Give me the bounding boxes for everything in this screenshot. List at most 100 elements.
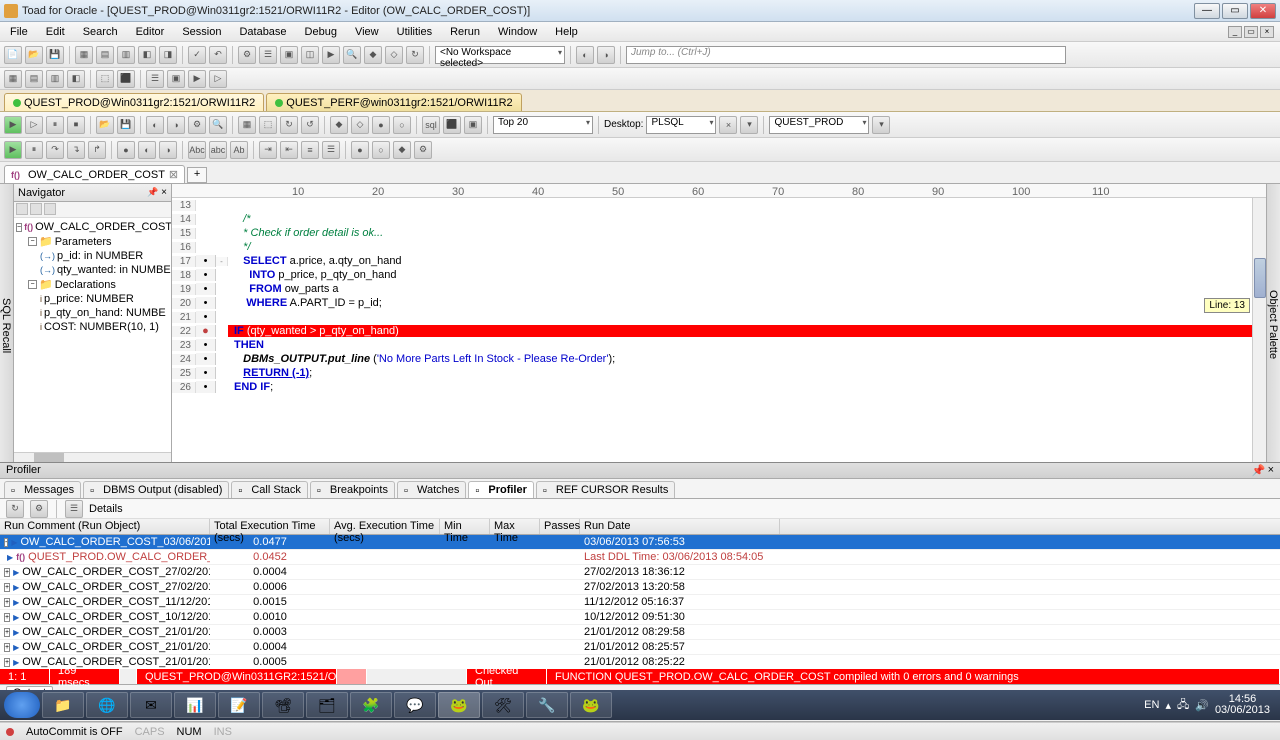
grid-row[interactable]: +▶OW_CALC_ORDER_COST_27/02/2013 ...0.000… [0,580,1280,595]
tray-network-icon[interactable]: 🖧 [1177,696,1189,715]
jump-input[interactable]: Jump to... (Ctrl+J) [626,46,1066,64]
toolbar-icon[interactable]: ◆ [364,46,382,64]
taskbar-app[interactable]: 💬 [394,692,436,718]
profiler-tab[interactable]: ▫Messages [4,481,81,498]
code-line[interactable]: 13 [172,198,1266,212]
toolbar-icon[interactable]: ⬛ [443,116,461,134]
toolbar-icon[interactable]: 🔍 [209,116,227,134]
toolbar-icon[interactable]: ▷ [25,116,43,134]
mdi-restore-button[interactable]: ▭ [1244,26,1258,38]
taskbar-app-word[interactable]: 📝 [218,692,260,718]
tree-node-label[interactable]: Parameters [55,236,112,248]
toolbar-icon[interactable]: ⚙ [238,46,256,64]
toolbar-icon[interactable]: ☰ [259,46,277,64]
refresh-icon[interactable]: ↻ [6,500,24,518]
toolbar-icon[interactable]: ▾ [740,116,758,134]
code-line[interactable]: 25• RETURN (-1); [172,366,1266,380]
tree-node-label[interactable]: p_id: in NUMBER [57,250,143,262]
tray-clock[interactable]: 14:56 03/06/2013 [1215,694,1270,716]
tab-close-icon[interactable]: ⊠ [169,168,178,181]
code-line[interactable]: 14 /* [172,212,1266,226]
toolbar-icon[interactable]: ▾ [872,116,890,134]
code-line[interactable]: 16 */ [172,240,1266,254]
toolbar-icon[interactable]: abc [209,141,227,159]
grid-row[interactable]: +▶OW_CALC_ORDER_COST_27/02/2013 ...0.000… [0,565,1280,580]
desktop-combo[interactable]: PLSQL [646,116,716,134]
profiler-tab[interactable]: ▫Profiler [468,481,534,498]
code-line[interactable]: 26•END IF; [172,380,1266,394]
grid-row[interactable]: +▶OW_CALC_ORDER_COST_10/12/2012 ...0.001… [0,610,1280,625]
tree-toggle[interactable]: − [16,223,22,232]
nav-tool-icon[interactable] [16,203,28,215]
code-line[interactable]: 20• WHERE A.PART_ID = p_id; [172,296,1266,310]
navigator-hscroll[interactable] [14,452,171,462]
toolbar-icon[interactable]: ▤ [25,70,43,88]
tray-chevron-icon[interactable]: ▴ [1165,699,1171,712]
toolbar-icon[interactable]: ▷ [209,70,227,88]
toolbar-icon[interactable]: ⚙ [414,141,432,159]
toolbar-icon[interactable]: sql [422,116,440,134]
grid-row[interactable]: +▶OW_CALC_ORDER_COST_21/01/2012 ...0.000… [0,655,1280,669]
menu-file[interactable]: File [6,24,32,40]
toolbar-icon[interactable]: ○ [393,116,411,134]
scroll-thumb[interactable] [1254,258,1266,298]
toolbar-icon[interactable]: ▶ [188,70,206,88]
menu-editor[interactable]: Editor [132,24,169,40]
code-line[interactable]: 22●IF (qty_wanted > p_qty_on_hand) [172,324,1266,338]
toolbar-icon[interactable]: ⏸ [25,141,43,159]
profiler-tab[interactable]: ▫Watches [397,481,466,498]
menu-utilities[interactable]: Utilities [393,24,436,40]
grid-row[interactable]: +▶OW_CALC_ORDER_COST_21/01/2012 ...0.000… [0,625,1280,640]
connection-combo[interactable]: QUEST_PROD [769,116,869,134]
start-button[interactable] [4,692,40,718]
toolbar-icon[interactable]: ◇ [351,116,369,134]
menu-view[interactable]: View [351,24,383,40]
tree-node-label[interactable]: OW_CALC_ORDER_COST: NUM [35,221,171,233]
breakpoint-icon[interactable]: ● [117,141,135,159]
toolbar-icon[interactable]: ◨ [159,46,177,64]
taskbar-app-toad[interactable]: 🐸 [570,692,612,718]
step-into-icon[interactable]: ↴ [67,141,85,159]
toolbar-icon[interactable]: × [719,116,737,134]
taskbar-app[interactable]: 🔧 [526,692,568,718]
navigator-tree[interactable]: −f()OW_CALC_ORDER_COST: NUM −📁Parameters… [14,218,171,452]
toolbar-icon[interactable]: ⬚ [259,116,277,134]
editor-vscroll[interactable] [1252,198,1266,462]
indent-icon[interactable]: ⇥ [259,141,277,159]
tray-lang[interactable]: EN [1144,699,1159,711]
conn-tab[interactable]: QUEST_PROD@Win0311gr2:1521/ORWI11R2 [4,93,264,111]
profiler-tab[interactable]: ▫Call Stack [231,481,308,498]
code-line[interactable]: 23•THEN [172,338,1266,352]
toolbar-icon[interactable]: ◧ [138,46,156,64]
grid-row[interactable]: ▶f()QUEST_PROD.OW_CALC_ORDER_...0.0452La… [0,550,1280,565]
taskbar-app-outlook[interactable]: ✉ [130,692,172,718]
grid-column-header[interactable]: Avg. Execution Time (secs) [330,519,440,534]
tree-node-label[interactable]: Declarations [55,279,116,291]
toolbar-icon[interactable]: ▣ [167,70,185,88]
schema-browser-icon[interactable]: ▤ [96,46,114,64]
object-palette-tab[interactable]: Object Palette [1267,290,1279,359]
mdi-close-button[interactable]: × [1260,26,1274,38]
toolbar-icon[interactable]: ◧ [67,70,85,88]
toolbar-icon[interactable]: ◑ [167,116,185,134]
add-tab-button[interactable]: + [187,167,207,183]
taskbar-app[interactable]: 🧩 [350,692,392,718]
toolbar-icon[interactable]: ● [372,116,390,134]
editor-tab[interactable]: f() f() OW_CALC_ORDER_COST OW_CALC_ORDER… [4,165,185,183]
code-editor[interactable]: 102030405060708090100110 1314 /*15 * Che… [172,184,1266,462]
close-icon[interactable]: × [1268,464,1274,477]
close-icon[interactable]: × [161,187,167,198]
debug-run-icon[interactable]: ▶ [4,141,22,159]
toolbar-icon[interactable]: ◐ [576,46,594,64]
outdent-icon[interactable]: ⇤ [280,141,298,159]
toolbar-icon[interactable]: ◆ [330,116,348,134]
profiler-tab[interactable]: ▫REF CURSOR Results [536,481,675,498]
code-line[interactable]: 18• INTO p_price, p_qty_on_hand [172,268,1266,282]
open-icon[interactable]: 📂 [25,46,43,64]
menu-debug[interactable]: Debug [301,24,341,40]
profiler-tab[interactable]: ▫DBMS Output (disabled) [83,481,229,498]
toolbar-icon[interactable]: ▦ [4,70,22,88]
sql-recall-tab[interactable]: SQL Recall [0,298,12,353]
rollback-icon[interactable]: ↶ [209,46,227,64]
code-line[interactable]: 21• [172,310,1266,324]
